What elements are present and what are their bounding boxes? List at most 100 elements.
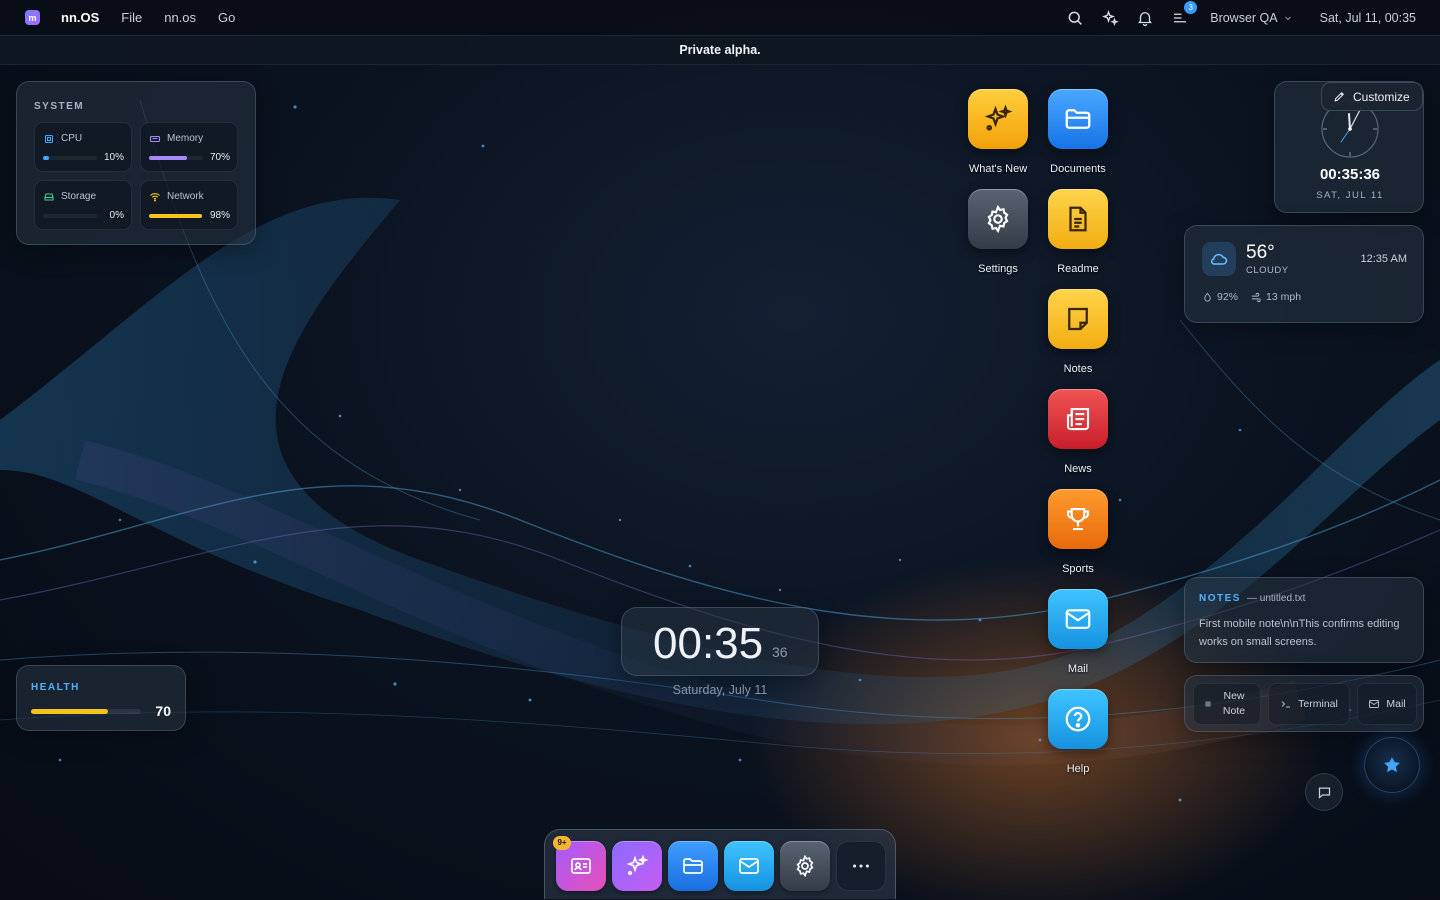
- contact-card-icon: [571, 858, 591, 874]
- network-bar-fill: [149, 214, 202, 218]
- new-note-label: New Note: [1222, 690, 1246, 717]
- memory-label: Memory: [167, 133, 204, 144]
- user-menu[interactable]: Browser QA: [1210, 11, 1293, 25]
- sparkle-icon: [968, 89, 1028, 149]
- desktop-icon-label: Documents: [1050, 163, 1106, 175]
- quick-actions-widget: New Note Terminal Mail: [1184, 675, 1424, 732]
- dock-settings[interactable]: [780, 841, 830, 891]
- menu-bar: m nn.OS File nn.os Go 3 Browser QA Sat, …: [0, 0, 1440, 36]
- terminal-label: Terminal: [1298, 698, 1338, 710]
- memory-value: 70%: [209, 152, 230, 163]
- cpu-stat: CPU 10%: [34, 122, 132, 172]
- desktop-icon-settings[interactable]: Settings: [956, 189, 1040, 285]
- customize-label: Customize: [1353, 89, 1410, 104]
- storage-bar: [43, 214, 97, 218]
- network-value: 98%: [209, 210, 230, 221]
- mail-quick-label: Mail: [1386, 698, 1406, 710]
- terminal-button[interactable]: Terminal: [1268, 683, 1350, 725]
- gear-icon: [796, 854, 814, 878]
- menu-file[interactable]: File: [121, 10, 142, 25]
- cpu-icon: [44, 134, 54, 144]
- weather-condition: CLOUDY: [1246, 265, 1289, 276]
- customize-button[interactable]: Customize: [1321, 82, 1423, 111]
- storage-value: 0%: [109, 210, 124, 221]
- chat-icon: [1318, 787, 1330, 799]
- menu-go[interactable]: Go: [218, 10, 235, 25]
- mail-small-icon: [1369, 700, 1380, 708]
- chevron-down-icon: [1284, 16, 1291, 20]
- system-widget: SYSTEM CPU 10% Memory 70% Storage 0% Net…: [16, 81, 256, 245]
- wind-icon: [1251, 292, 1261, 302]
- center-clock: 00:35 36: [621, 607, 819, 676]
- os-logo-icon[interactable]: m: [25, 10, 40, 25]
- desktop-icon-label: Readme: [1057, 263, 1099, 275]
- bell-icon[interactable]: [1136, 9, 1154, 27]
- desktop-icon-label: Sports: [1062, 563, 1094, 575]
- health-title: HEALTH: [31, 682, 80, 693]
- alpha-banner: Private alpha.: [0, 36, 1440, 65]
- desktop-icon-news[interactable]: News: [1036, 389, 1120, 485]
- desktop-icon-sports[interactable]: Sports: [1036, 489, 1120, 585]
- memory-bar-fill: [149, 156, 187, 160]
- dock: 9+: [544, 829, 896, 899]
- sparkle-icon[interactable]: [1101, 9, 1119, 27]
- newspaper-icon: [1048, 389, 1108, 449]
- menu-nnos[interactable]: nn.os: [164, 10, 196, 25]
- health-value: 70: [155, 703, 171, 719]
- dock-mail[interactable]: [724, 841, 774, 891]
- memory-stat: Memory 70%: [140, 122, 238, 172]
- desktop-icon-label: Notes: [1063, 363, 1093, 375]
- desktop-icon-whats-new[interactable]: What's New: [956, 89, 1040, 185]
- weather-humidity: 92%: [1217, 291, 1239, 303]
- network-bar: [149, 214, 203, 218]
- storage-icon: [44, 193, 54, 201]
- desktop-icon-notes[interactable]: Notes: [1036, 289, 1120, 385]
- chat-button[interactable]: [1305, 773, 1343, 811]
- folder-icon: [1048, 89, 1108, 149]
- gear-icon: [968, 189, 1028, 249]
- wifi-icon: [150, 193, 160, 202]
- memory-bar: [149, 156, 203, 160]
- network-stat: Network 98%: [140, 180, 238, 230]
- cpu-bar-fill: [43, 156, 49, 160]
- help-icon: [1048, 689, 1108, 749]
- more-icon: [853, 864, 869, 868]
- notes-widget[interactable]: NOTES — untitled.txt First mobile note\n…: [1184, 577, 1424, 663]
- weather-widget: 56° CLOUDY 12:35 AM 92% 13 mph: [1184, 225, 1424, 323]
- center-clock-time: 00:35: [653, 619, 764, 668]
- note-small-icon: [1205, 701, 1211, 707]
- dock-more[interactable]: [836, 841, 886, 891]
- weather-details: 92% 13 mph: [1202, 291, 1313, 303]
- note-icon: [1048, 289, 1108, 349]
- dock-files[interactable]: [668, 841, 718, 891]
- search-icon[interactable]: [1066, 9, 1084, 27]
- new-note-button[interactable]: New Note: [1193, 683, 1261, 725]
- desktop-icon-help[interactable]: Help: [1036, 689, 1120, 785]
- memory-icon: [149, 135, 161, 143]
- assistant-button[interactable]: [1364, 737, 1420, 793]
- weather-wind: 13 mph: [1266, 291, 1302, 303]
- humidity-icon: [1204, 292, 1211, 302]
- dock-whats-new[interactable]: [612, 841, 662, 891]
- cpu-bar: [43, 156, 97, 160]
- system-title: SYSTEM: [34, 101, 85, 112]
- desktop-icon-label: Mail: [1067, 663, 1089, 675]
- desktop-icon-documents[interactable]: Documents: [1036, 89, 1120, 185]
- desktop-icon-readme[interactable]: Readme: [1036, 189, 1120, 285]
- cloud-icon: [1202, 242, 1236, 276]
- tasks-icon[interactable]: 3: [1171, 0, 1198, 27]
- center-clock-seconds: 36: [772, 644, 788, 660]
- desktop-icon-mail[interactable]: Mail: [1036, 589, 1120, 685]
- health-bar: [31, 709, 141, 714]
- terminal-icon: [1281, 701, 1291, 708]
- folder-icon: [683, 858, 703, 874]
- mail-icon: [1048, 589, 1108, 649]
- document-icon: [1048, 189, 1108, 249]
- mail-quick-button[interactable]: Mail: [1357, 683, 1417, 725]
- notes-title: NOTES: [1199, 593, 1241, 604]
- desktop-icon-label: Help: [1066, 763, 1090, 775]
- sparkle-icon: [626, 854, 649, 876]
- menubar-datetime[interactable]: Sat, Jul 11, 00:35: [1320, 11, 1416, 25]
- brand-name[interactable]: nn.OS: [61, 10, 99, 25]
- center-clock-date: Saturday, July 11: [672, 683, 768, 697]
